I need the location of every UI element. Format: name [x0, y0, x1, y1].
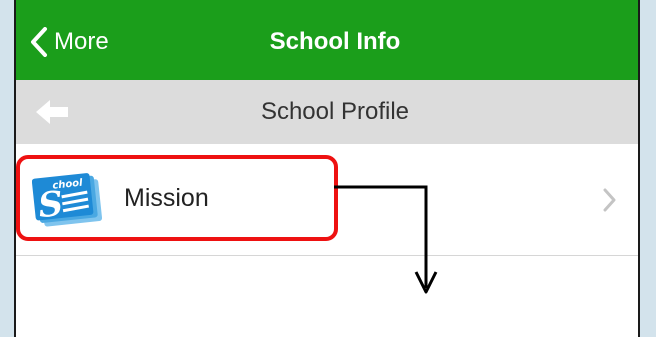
list-item-label: Mission [124, 184, 209, 212]
top-navigation-bar: More School Info [16, 0, 638, 80]
section-title: School Profile [260, 98, 410, 125]
page-title: School Info [269, 28, 401, 55]
app-screen: More School Info School Profile S chool … [14, 0, 640, 337]
school-document-icon: S chool [31, 172, 108, 228]
chevron-right-icon [602, 188, 616, 212]
section-header-bar: School Profile [16, 80, 638, 144]
list-item-mission[interactable]: S chool Mission [16, 144, 638, 256]
